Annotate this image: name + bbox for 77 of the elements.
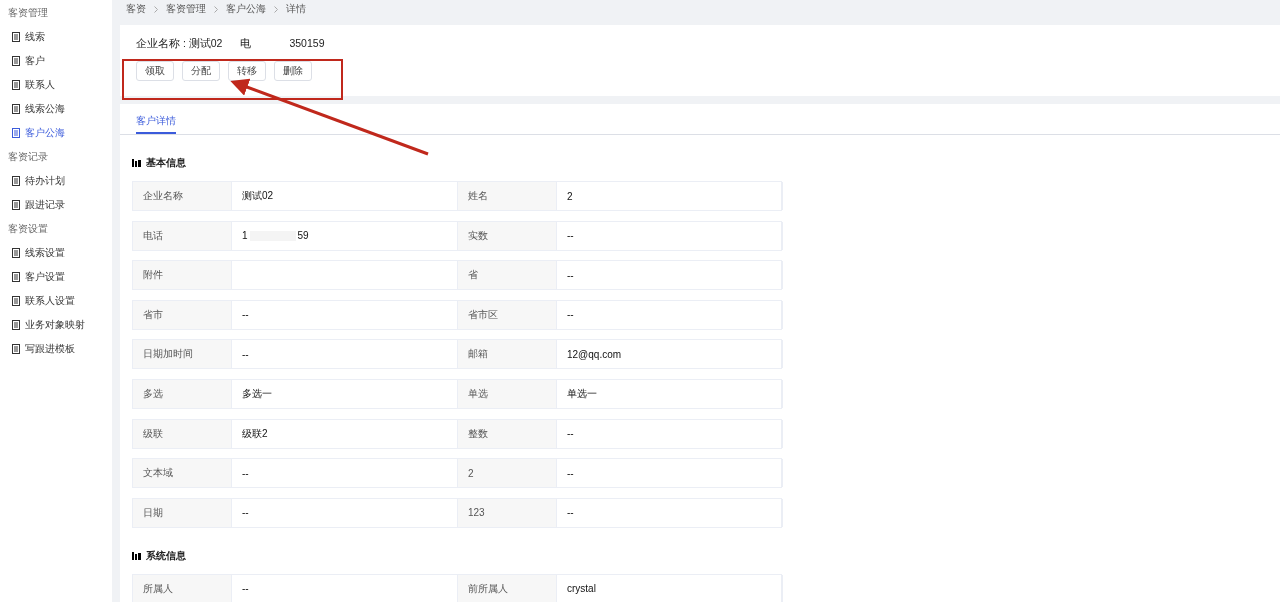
- sidebar-item[interactable]: 联系人: [0, 73, 112, 97]
- field-label: 省: [458, 261, 557, 290]
- field-label: 所属人: [133, 574, 232, 602]
- field-value: 单选一: [557, 379, 783, 408]
- field-label: 姓名: [458, 182, 557, 210]
- chevron-icon: [214, 5, 218, 13]
- chart-icon: [132, 551, 141, 560]
- tab[interactable]: 客户详情: [136, 104, 176, 134]
- breadcrumb-link[interactable]: 客资管理: [166, 2, 206, 16]
- sidebar-item[interactable]: 客户设置: [0, 265, 112, 289]
- document-icon: [12, 272, 20, 282]
- field-label: 整数: [458, 419, 557, 448]
- section-title: 基本信息: [146, 156, 186, 170]
- field-label: 单选: [458, 379, 557, 408]
- field-value: --: [557, 300, 783, 329]
- sidebar-item[interactable]: 写跟进模板: [0, 337, 112, 361]
- action-button[interactable]: 删除: [274, 61, 312, 81]
- document-icon: [12, 104, 20, 114]
- field-label: 文本域: [133, 459, 232, 488]
- chevron-icon: [274, 5, 278, 13]
- document-icon: [12, 320, 20, 330]
- document-icon: [12, 200, 20, 210]
- document-icon: [12, 128, 20, 138]
- field-value: --: [557, 261, 783, 290]
- sidebar-item[interactable]: 跟进记录: [0, 193, 112, 217]
- document-icon: [12, 56, 20, 66]
- breadcrumb-link[interactable]: 详情: [286, 2, 306, 16]
- breadcrumb-link[interactable]: 客资: [126, 2, 146, 16]
- company-name: 企业名称 : 测试02: [136, 37, 223, 51]
- sidebar-item[interactable]: 线索: [0, 25, 112, 49]
- document-icon: [12, 32, 20, 42]
- sidebar-item[interactable]: 客户: [0, 49, 112, 73]
- phone-label: 电: [240, 37, 252, 51]
- sidebar-item[interactable]: 线索公海: [0, 97, 112, 121]
- action-button[interactable]: 分配: [182, 61, 220, 81]
- field-value: crystal: [557, 574, 783, 602]
- action-button[interactable]: 领取: [136, 61, 174, 81]
- sidebar-item[interactable]: 线索设置: [0, 241, 112, 265]
- sidebar-item[interactable]: 客户公海: [0, 121, 112, 145]
- field-value: --: [557, 459, 783, 488]
- field-label: 实数: [458, 221, 557, 250]
- field-label: 多选: [133, 379, 232, 408]
- document-icon: [12, 248, 20, 258]
- field-label: 邮箱: [458, 340, 557, 369]
- sidebar-item[interactable]: 待办计划: [0, 169, 112, 193]
- field-label: 附件: [133, 261, 232, 290]
- document-icon: [12, 296, 20, 306]
- document-icon: [12, 344, 20, 354]
- document-icon: [12, 80, 20, 90]
- sidebar-group-title: 客资管理: [7, 6, 49, 20]
- document-icon: [12, 176, 20, 186]
- breadcrumb-link[interactable]: 客户公海: [226, 2, 266, 16]
- field-value: --: [557, 498, 783, 527]
- field-label: 123: [458, 498, 557, 527]
- action-button[interactable]: 转移: [228, 61, 266, 81]
- field-value: --: [557, 221, 783, 250]
- section-title: 系统信息: [146, 548, 186, 563]
- sidebar-item[interactable]: 联系人设置: [0, 289, 112, 313]
- sidebar-group-title: 客资设置: [7, 222, 49, 236]
- field-label: 电话: [133, 221, 232, 250]
- field-label: 前所属人: [458, 574, 557, 602]
- field-label: 省市区: [458, 300, 557, 329]
- sidebar-item[interactable]: 业务对象映射: [0, 313, 112, 337]
- sidebar-group-title: 客资记录: [7, 150, 49, 164]
- field-label: 日期加时间: [133, 340, 232, 369]
- field-label: 级联: [133, 419, 232, 448]
- phone-number: 350159: [289, 37, 325, 51]
- field-value: 1 59: [232, 221, 458, 250]
- chart-icon: [132, 159, 141, 167]
- field-label: 2: [458, 459, 557, 488]
- field-label: 企业名称: [133, 182, 232, 210]
- field-value: --: [557, 419, 783, 448]
- field-label: 省市: [133, 300, 232, 329]
- chevron-icon: [154, 5, 158, 13]
- field-value: 12@qq.com: [557, 340, 783, 369]
- field-value: 2: [557, 182, 783, 210]
- field-label: 日期: [133, 498, 232, 527]
